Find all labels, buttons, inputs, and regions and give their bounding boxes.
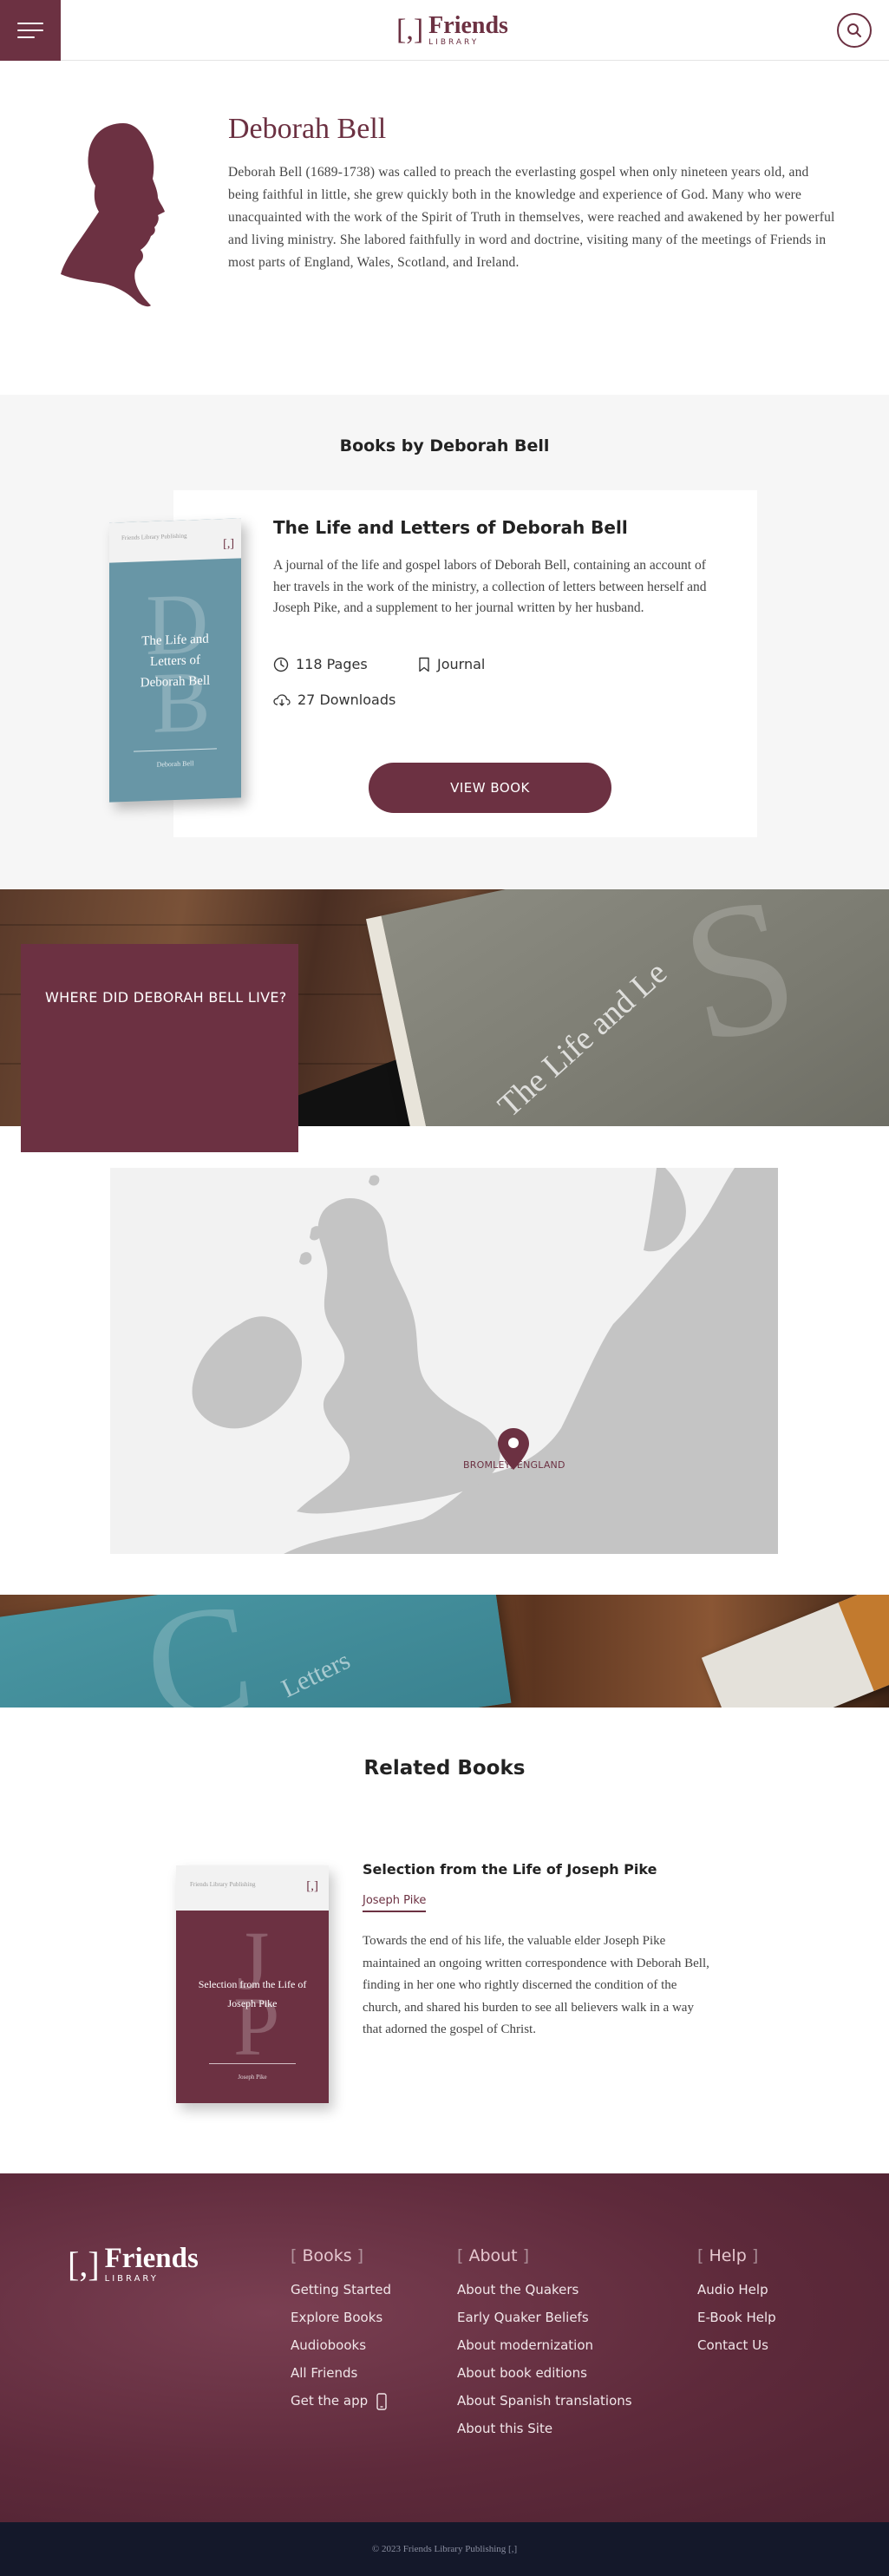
copyright-bar: © 2023 Friends Library Publishing [,]	[0, 2522, 889, 2576]
photo-book-title: The Life and Le	[491, 954, 675, 1124]
author-biography: Deborah Bell (1689-1738) was called to p…	[228, 165, 835, 270]
photo-book-letter: C	[135, 1595, 263, 1708]
footer-heading-books-label: Books	[302, 2246, 352, 2265]
footer-logo-words: Friends LIBRARY	[105, 2245, 199, 2284]
footer-link-about-quakers[interactable]: About the Quakers	[457, 2281, 632, 2299]
bookmark-icon	[419, 657, 429, 672]
cover-title: The Life and Letters of Deborah Bell	[140, 632, 211, 691]
cover-divider	[134, 748, 217, 752]
photo-book-letter: S	[665, 889, 814, 1084]
author-name-heading: Deborah Bell	[228, 113, 387, 145]
cover-publisher: Friends Library Publishing	[190, 1881, 256, 1888]
logo-name: Friends	[428, 12, 508, 39]
related-book-author-link[interactable]: Joseph Pike	[363, 1894, 427, 1912]
footer-heading-about: [ About ]	[457, 2246, 530, 2265]
search-button[interactable]	[837, 13, 872, 48]
footer-link-ebook-help[interactable]: E-Book Help	[697, 2309, 776, 2327]
footer-link-about-this-site[interactable]: About this Site	[457, 2420, 632, 2438]
book-downloads: 27 Downloads	[297, 692, 396, 708]
footer-link-get-the-app-label: Get the app	[291, 2393, 369, 2409]
footer-link-contact-us[interactable]: Contact Us	[697, 2337, 776, 2355]
cover-author: Joseph Pike	[238, 2074, 267, 2081]
where-did-author-live-heading: WHERE DID DEBORAH BELL LIVE?	[45, 989, 287, 1006]
site-footer: [,] Friends LIBRARY [ Books ] Getting St…	[0, 2173, 889, 2522]
footer-link-audio-help[interactable]: Audio Help	[697, 2281, 776, 2299]
logo-words: Friends LIBRARY	[428, 14, 508, 47]
related-book-description: Towards the end of his life, the valuabl…	[363, 1934, 709, 2036]
logo-bracket-mark: [,]	[396, 14, 424, 46]
copyright-text: © 2023 Friends Library Publishing [,]	[371, 2544, 518, 2554]
location-map[interactable]	[110, 1168, 778, 1554]
author-silhouette-portrait	[61, 123, 165, 307]
book-cover-life-and-letters[interactable]: Friends Library Publishing [,] D B The L…	[109, 518, 241, 803]
search-icon	[847, 23, 861, 37]
footer-heading-books: [ Books ]	[291, 2246, 364, 2265]
view-book-button[interactable]: VIEW BOOK	[369, 763, 611, 813]
europe-map-graphic	[110, 1168, 778, 1554]
book-cover-joseph-pike[interactable]: Friends Library Publishing [,] J P Selec…	[176, 1865, 329, 2103]
photo-book-orange-stripe	[838, 1595, 889, 1692]
related-book-title[interactable]: Selection from the Life of Joseph Pike	[363, 1861, 657, 1878]
logo-subtitle: LIBRARY	[428, 38, 480, 47]
related-books-heading: Related Books	[363, 1757, 526, 1780]
cover-logo-mark: [,]	[306, 1879, 318, 1893]
menu-line	[17, 29, 43, 31]
menu-line	[17, 36, 35, 38]
decorative-book-photo-2: C Letters	[0, 1595, 889, 1708]
footer-link-explore-books[interactable]: Explore Books	[291, 2309, 391, 2327]
footer-logo[interactable]: [,] Friends LIBRARY	[68, 2245, 199, 2284]
book-type: Journal	[437, 656, 486, 672]
footer-heading-about-label: About	[468, 2246, 518, 2265]
cover-title: Selection from the Life of Joseph Pike	[198, 1978, 307, 2009]
books-section-heading: Books by Deborah Bell	[339, 436, 550, 456]
book-title[interactable]: The Life and Letters of Deborah Bell	[273, 517, 628, 538]
photo-book-cream	[701, 1595, 889, 1708]
footer-link-early-quaker-beliefs[interactable]: Early Quaker Beliefs	[457, 2309, 632, 2327]
photo-book-teal: C Letters	[0, 1595, 512, 1708]
footer-column-help: [ Help ] Audio Help E-Book Help Contact …	[697, 2246, 776, 2364]
clock-icon	[273, 657, 289, 672]
footer-column-books: [ Books ] Getting Started Explore Books …	[291, 2246, 391, 2420]
photo-book-title: Letters	[277, 1646, 355, 1704]
cover-divider	[209, 2063, 296, 2064]
footer-heading-help: [ Help ]	[697, 2246, 759, 2265]
cover-logo-mark: [,]	[223, 537, 234, 552]
footer-link-about-book-editions[interactable]: About book editions	[457, 2364, 632, 2383]
cover-author: Deborah Bell	[156, 759, 194, 769]
cloud-download-icon	[273, 693, 291, 706]
book-pages: 118 Pages	[296, 656, 368, 672]
footer-link-getting-started[interactable]: Getting Started	[291, 2281, 391, 2299]
footer-link-audiobooks[interactable]: Audiobooks	[291, 2337, 391, 2355]
book-downloads-meta: 27 Downloads	[273, 692, 395, 708]
where-did-author-live-panel	[21, 944, 298, 1152]
footer-link-get-the-app[interactable]: Get the app	[291, 2392, 391, 2410]
footer-link-about-modernization[interactable]: About modernization	[457, 2337, 632, 2355]
book-description: A journal of the life and gospel labors …	[273, 558, 707, 615]
footer-column-about: [ About ] About the Quakers Early Quaker…	[457, 2246, 632, 2448]
top-navigation-bar: [,] Friends LIBRARY	[0, 0, 889, 61]
footer-logo-name: Friends	[104, 2243, 199, 2274]
book-type-meta: Journal	[418, 656, 485, 672]
footer-link-about-spanish-translations[interactable]: About Spanish translations	[457, 2392, 632, 2410]
book-pages-meta: 118 Pages	[273, 656, 368, 672]
menu-line	[17, 23, 43, 24]
footer-logo-bracket: [,]	[68, 2244, 100, 2284]
hamburger-menu-button[interactable]	[0, 0, 61, 61]
mobile-phone-icon	[376, 2392, 387, 2410]
footer-logo-subtitle: LIBRARY	[104, 2274, 159, 2284]
map-pin-label: BROMLEY, ENGLAND	[463, 1459, 565, 1471]
footer-link-all-friends[interactable]: All Friends	[291, 2364, 391, 2383]
friends-library-logo[interactable]: [,] Friends LIBRARY	[396, 13, 522, 48]
photo-book-cover: S The Life and Le	[365, 889, 889, 1126]
footer-heading-help-label: Help	[709, 2246, 747, 2265]
